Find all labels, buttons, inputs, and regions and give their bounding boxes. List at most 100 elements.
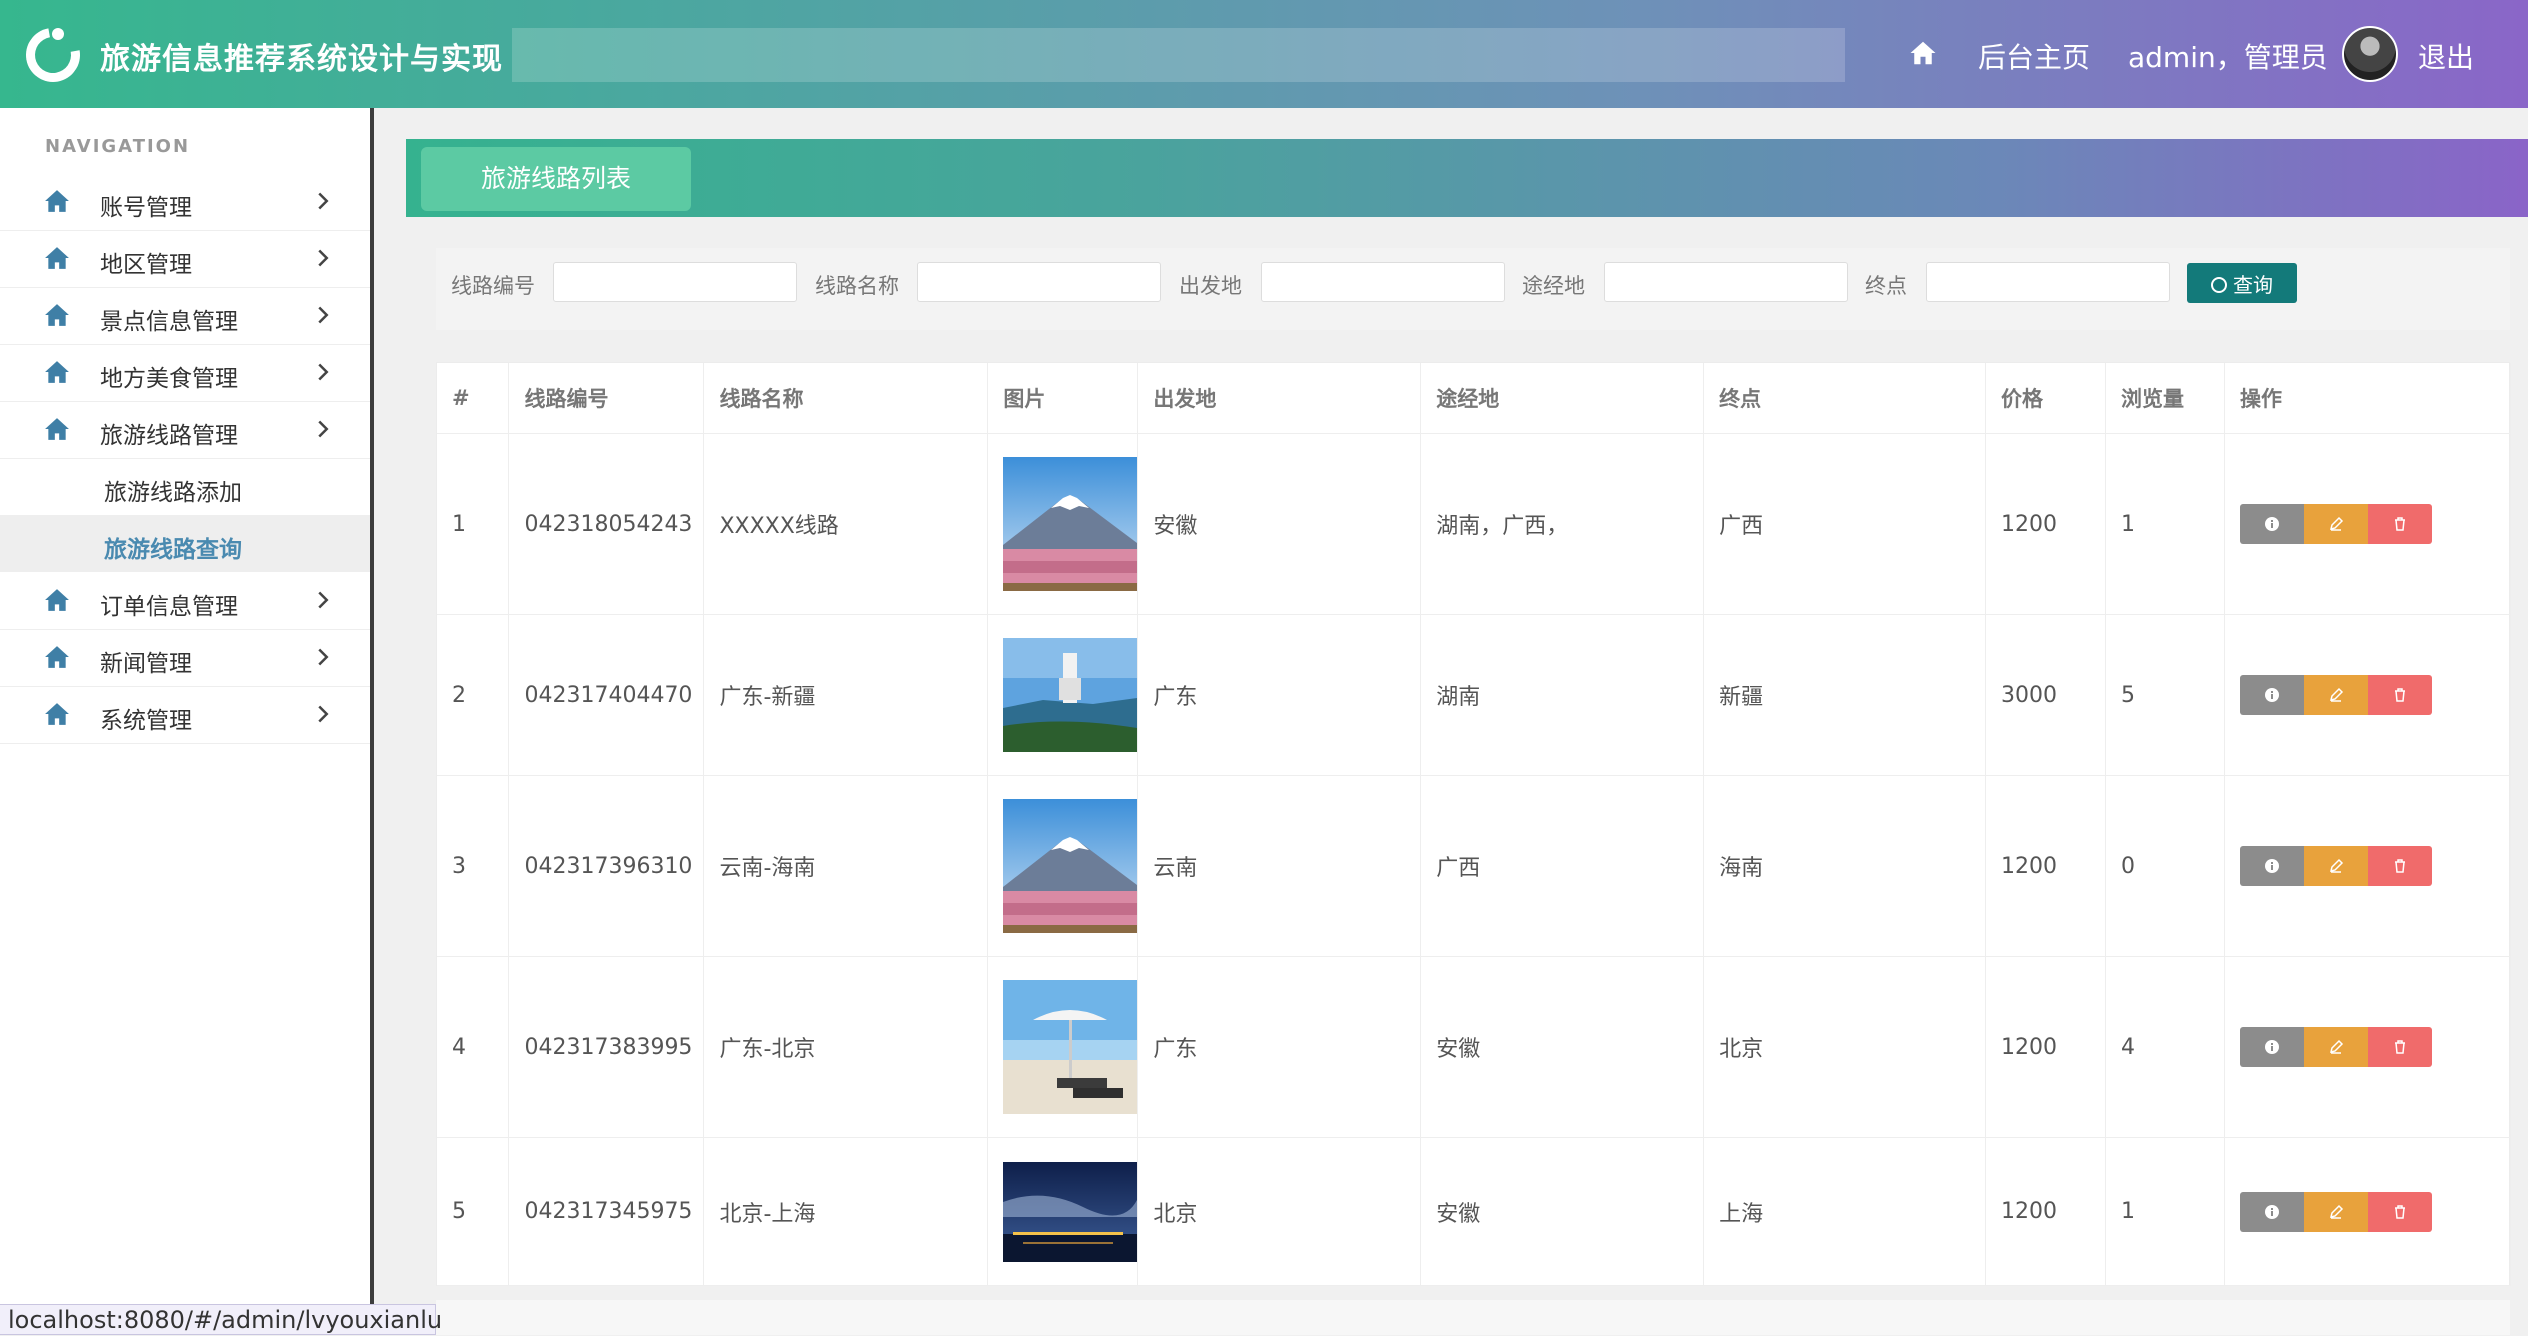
cell-index: 1	[437, 433, 510, 615]
route-thumbnail[interactable]	[1003, 638, 1138, 752]
destination-label: 终点	[1865, 274, 1907, 298]
cell-actions	[2224, 1137, 2512, 1286]
table-row: 1 042318054243 XXXXX线路 安徽 湖南，广西， 广西 1200…	[437, 433, 2512, 615]
origin-input[interactable]	[1261, 262, 1505, 302]
sidebar-item-label: 地区管理	[100, 252, 192, 278]
edit-button[interactable]	[2303, 1027, 2368, 1067]
sidebar-item-orders[interactable]: 订单信息管理	[0, 572, 370, 630]
trash-icon	[2394, 859, 2405, 873]
panel-header: 旅游线路列表	[406, 139, 2528, 217]
cell-price: 3000	[1985, 614, 2106, 776]
info-icon	[2264, 688, 2279, 702]
route-name-label: 线路名称	[815, 274, 899, 298]
cell-route-name: 广东-新疆	[703, 614, 989, 776]
cell-destination: 广西	[1703, 433, 1987, 615]
cell-route-no: 042318054243	[508, 433, 705, 615]
chevron-right-icon	[318, 420, 329, 438]
sidebar-item-label: 景点信息管理	[100, 309, 238, 335]
cell-views: 0	[2105, 775, 2225, 957]
search-icon	[2211, 276, 2227, 293]
col-header: 终点	[1703, 363, 1987, 434]
sidebar: NAVIGATION 账号管理 地区管理 景点信息管理 地方美食管理 旅游线路管…	[0, 108, 374, 1335]
avatar[interactable]	[2342, 26, 2398, 82]
cell-origin: 北京	[1137, 1137, 1422, 1286]
col-header: 途经地	[1420, 363, 1705, 434]
route-name-input[interactable]	[917, 262, 1161, 302]
cell-route-name: 北京-上海	[703, 1137, 989, 1286]
cell-views: 5	[2105, 614, 2225, 776]
tab-route-list[interactable]: 旅游线路列表	[421, 147, 691, 211]
pencil-icon	[2329, 1039, 2344, 1054]
edit-button[interactable]	[2303, 1191, 2368, 1232]
cell-price: 1200	[1985, 1137, 2106, 1286]
cell-destination: 海南	[1703, 775, 1987, 957]
table-row: 5 042317345975 北京-上海 北京 安徽 上海 1200 1	[437, 1137, 2512, 1286]
cell-actions	[2224, 956, 2512, 1138]
edit-button[interactable]	[2303, 846, 2368, 886]
edit-button[interactable]	[2303, 504, 2368, 544]
sidebar-item-label: 系统管理	[100, 708, 192, 734]
cell-image	[987, 433, 1139, 615]
cell-views: 1	[2105, 433, 2225, 615]
table-header-row: # 线路编号 线路名称 图片 出发地 途经地 终点 价格 浏览量 操作	[437, 363, 2512, 434]
pagination-area	[436, 1300, 2510, 1335]
logout-link[interactable]: 退出	[2418, 36, 2474, 76]
via-input[interactable]	[1604, 262, 1848, 302]
cell-views: 4	[2105, 956, 2225, 1138]
cell-via: 湖南，广西，	[1420, 433, 1705, 615]
cell-route-name: XXXXX线路	[703, 433, 989, 615]
backend-home-link[interactable]: 后台主页	[1978, 36, 2090, 76]
cell-actions	[2224, 775, 2512, 957]
sidebar-item-news[interactable]: 新闻管理	[0, 629, 370, 687]
cell-via: 安徽	[1420, 956, 1705, 1138]
sidebar-item-routes[interactable]: 旅游线路管理	[0, 401, 370, 459]
info-button[interactable]	[2239, 675, 2304, 715]
delete-button[interactable]	[2367, 504, 2432, 544]
cell-views: 1	[2105, 1137, 2225, 1286]
col-header: 线路名称	[703, 363, 989, 434]
route-no-label: 线路编号	[451, 274, 535, 298]
info-button[interactable]	[2239, 504, 2304, 544]
delete-button[interactable]	[2367, 1027, 2432, 1067]
sidebar-item-local-food[interactable]: 地方美食管理	[0, 344, 370, 402]
info-button[interactable]	[2239, 1191, 2304, 1232]
cell-route-no: 042317345975	[508, 1137, 705, 1286]
sidebar-item-account[interactable]: 账号管理	[0, 173, 370, 231]
submenu-item-route-query[interactable]: 旅游线路查询	[0, 515, 370, 572]
col-header: 图片	[987, 363, 1139, 434]
submenu-item-route-add[interactable]: 旅游线路添加	[0, 458, 370, 515]
query-button-label: 查询	[2233, 272, 2273, 297]
logo-dot	[52, 28, 64, 40]
delete-button[interactable]	[2367, 1191, 2432, 1232]
route-thumbnail[interactable]	[1003, 980, 1138, 1114]
app-title: 旅游信息推荐系统设计与实现	[100, 42, 503, 77]
cell-via: 安徽	[1420, 1137, 1705, 1286]
info-button[interactable]	[2239, 846, 2304, 886]
sidebar-item-region[interactable]: 地区管理	[0, 230, 370, 288]
top-header: 旅游信息推荐系统设计与实现 后台主页 admin，管理员 退出	[0, 0, 2528, 108]
info-button[interactable]	[2239, 1027, 2304, 1067]
cell-image	[987, 1137, 1139, 1286]
pencil-icon	[2329, 1204, 2344, 1219]
sidebar-item-system[interactable]: 系统管理	[0, 686, 370, 744]
edit-button[interactable]	[2303, 675, 2368, 715]
delete-button[interactable]	[2367, 846, 2432, 886]
sidebar-item-attractions[interactable]: 景点信息管理	[0, 287, 370, 345]
nav-caption: NAVIGATION	[45, 136, 191, 157]
col-header: 价格	[1985, 363, 2106, 434]
cell-price: 1200	[1985, 433, 2106, 615]
sidebar-item-label: 旅游线路管理	[100, 423, 238, 449]
chevron-right-icon	[318, 192, 329, 210]
delete-button[interactable]	[2367, 675, 2432, 715]
route-no-input[interactable]	[553, 262, 797, 302]
query-button[interactable]: 查询	[2187, 263, 2297, 303]
home-icon[interactable]	[1908, 38, 1938, 68]
route-thumbnail[interactable]	[1003, 457, 1138, 591]
destination-input[interactable]	[1926, 262, 2170, 302]
chevron-right-icon	[318, 306, 329, 324]
route-thumbnail[interactable]	[1003, 1161, 1138, 1262]
info-icon	[2264, 1204, 2279, 1219]
cell-actions	[2224, 433, 2512, 615]
sidebar-item-label: 新闻管理	[100, 651, 192, 677]
route-thumbnail[interactable]	[1003, 799, 1138, 933]
